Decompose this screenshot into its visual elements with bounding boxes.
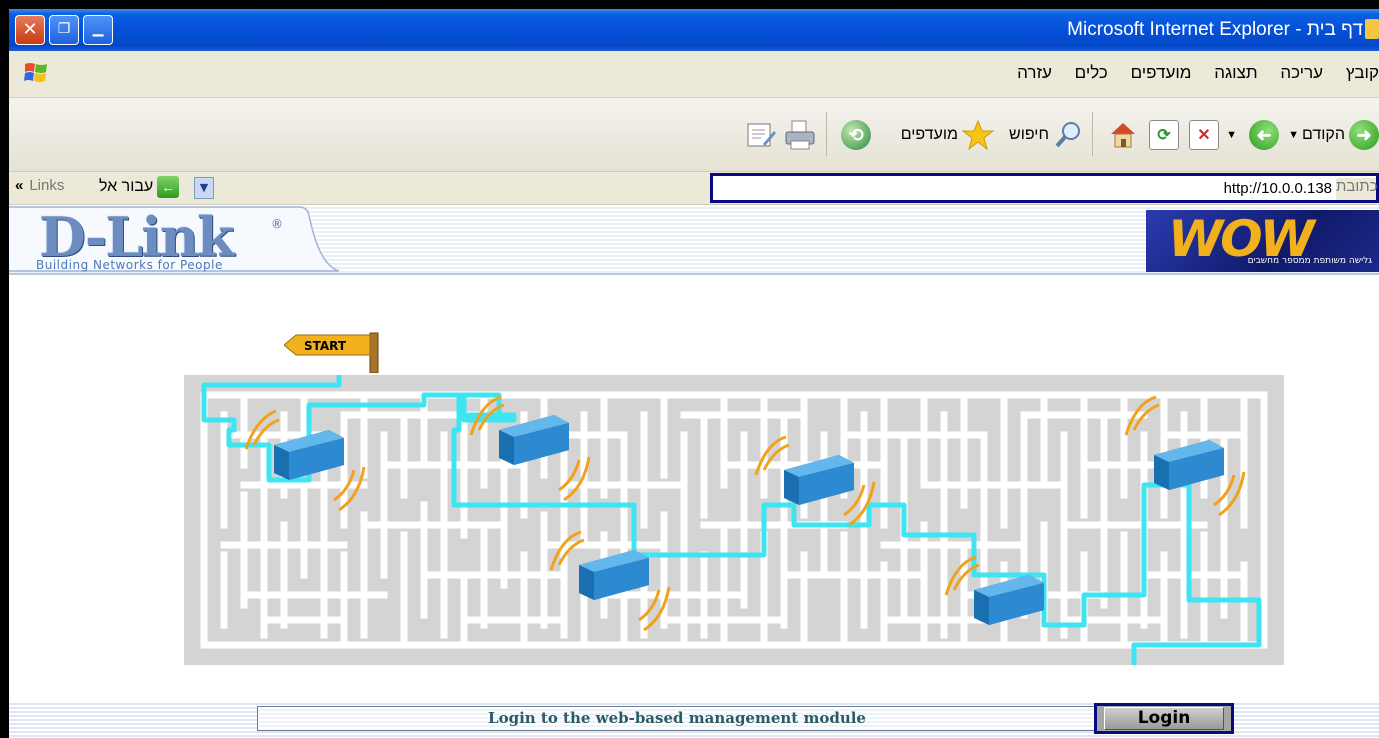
windows-logo-icon [24,63,47,82]
toolbar: הקודם ➜ ▼ ➜ ▼ ✕ ⟳ חיפוש מועדפים ⟲ [9,98,1379,172]
wow-banner: WOW גלישה משותפת ממספר מחשבים [1146,210,1379,272]
login-message: Login to the web-based management module [257,706,1097,731]
go-button[interactable]: עבור אל ← [99,176,180,198]
forward-button[interactable]: ➜ [1249,118,1279,152]
search-button[interactable]: חיפוש [1009,118,1083,152]
login-button[interactable]: Login [1094,703,1234,734]
menu-bar: קובץ עריכה תצוגה מועדפים כלים עזרה [9,51,1379,98]
menu-items: קובץ עריכה תצוגה מועדפים כלים עזרה [999,63,1379,83]
forward-arrow-icon: ➜ [1249,120,1279,150]
printer-icon [785,120,815,150]
toolbar-separator [826,112,827,156]
restore-icon[interactable]: ❐ [49,15,79,45]
search-label: חיפוש [1009,126,1049,143]
menu-file[interactable]: קובץ [1346,63,1379,82]
address-input[interactable]: http://10.0.0.138 כתובת [710,173,1379,203]
address-dropdown-icon[interactable]: ▼ [194,177,214,199]
print-button[interactable] [783,118,817,152]
menu-edit[interactable]: עריכה [1280,63,1323,82]
address-label: כתובת [1336,178,1377,200]
address-url: http://10.0.0.138 [1223,180,1332,197]
toolbar-separator [1092,112,1093,156]
menu-view[interactable]: תצוגה [1214,63,1257,82]
menu-tools[interactable]: כלים [1075,63,1108,82]
registered-mark: ® [271,217,283,231]
stop-icon: ✕ [1189,120,1219,150]
page-content: D-Link ® Building Networks for People WO… [9,205,1379,738]
close-icon[interactable]: ✕ [15,15,45,45]
links-label: Links [29,177,65,194]
login-footer: Login to the web-based management module… [9,701,1379,738]
ie-page-icon [1365,19,1379,39]
dlink-tagline: Building Networks for People [36,258,223,272]
favorites-button[interactable]: מועדפים [901,118,994,152]
login-label: Login [1104,707,1224,730]
maze-illustration [184,375,1284,665]
refresh-icon: ⟳ [1149,120,1179,150]
window-title: Microsoft Internet Explorer - דף בית [1067,19,1363,40]
search-icon [1055,122,1080,148]
back-dropdown-icon[interactable]: ▼ [1288,118,1299,152]
back-arrow-icon: ➜ [1349,120,1379,150]
minimize-icon[interactable]: ▁ [83,15,113,45]
browser-window: ✕ ❐ ▁ Microsoft Internet Explorer - דף ב… [9,9,1379,738]
menu-favorites[interactable]: מועדפים [1131,63,1192,82]
edit-page-icon [747,123,776,147]
home-icon [1111,123,1135,148]
title-bar: ✕ ❐ ▁ Microsoft Internet Explorer - דף ב… [9,9,1379,51]
start-signpost: START [284,332,379,373]
history-button[interactable]: ⟲ [841,118,871,152]
home-button[interactable] [1107,118,1139,152]
dlink-logo: D-Link [39,205,234,269]
menu-help[interactable]: עזרה [1017,63,1052,82]
refresh-button[interactable]: ⟳ [1149,118,1179,152]
edit-button[interactable] [745,118,777,152]
favorites-label: מועדפים [900,126,958,143]
start-label: START [304,339,347,353]
star-icon [962,119,994,151]
history-icon: ⟲ [841,120,871,150]
back-label: הקודם [1302,126,1345,143]
go-arrow-icon: ← [157,176,180,198]
wow-subtitle: גלישה משותפת ממספר מחשבים [1247,256,1372,266]
go-label: עבור אל [99,178,154,195]
back-button[interactable]: הקודם ➜ [1302,118,1379,152]
header-divider [9,273,1379,275]
dlink-header: D-Link ® Building Networks for People WO… [9,205,1379,273]
links-button[interactable]: « Links [15,177,64,194]
address-bar: « Links עבור אל ← ▼ http://10.0.0.138 כתו… [9,172,1379,205]
stop-button[interactable]: ✕ [1189,118,1219,152]
chevron-icon: « [15,177,24,194]
forward-dropdown-icon[interactable]: ▼ [1226,118,1237,152]
